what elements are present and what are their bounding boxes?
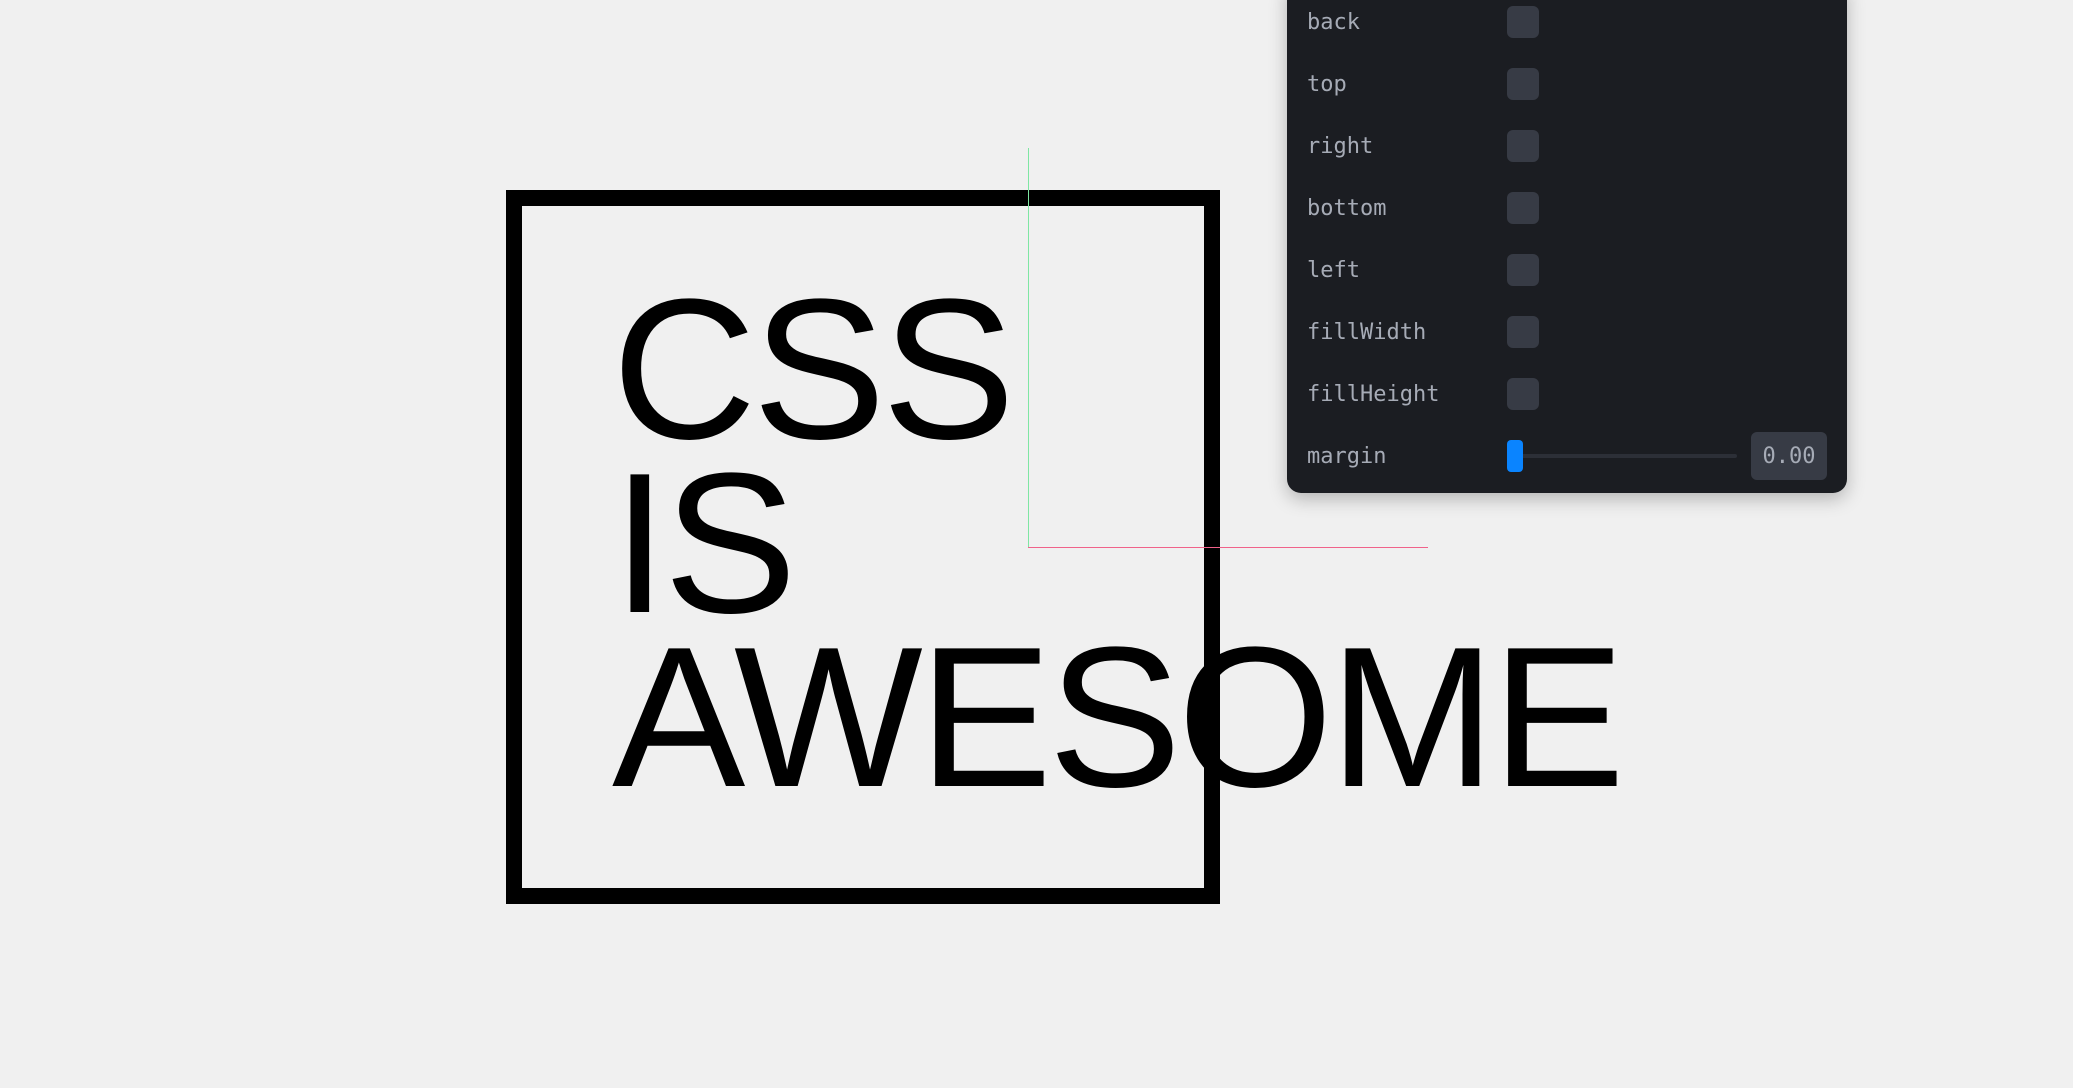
control-label-back: back bbox=[1307, 9, 1360, 35]
right-checkbox[interactable] bbox=[1507, 130, 1539, 162]
control-row-left: left bbox=[1307, 250, 1827, 290]
control-label-top: top bbox=[1307, 71, 1347, 97]
control-row-right: right bbox=[1307, 126, 1827, 166]
fillwidth-checkbox[interactable] bbox=[1507, 316, 1539, 348]
margin-slider-track[interactable] bbox=[1507, 454, 1737, 458]
controls-panel: back top right bottom left fillWidth fil… bbox=[1287, 0, 1847, 493]
control-label-left: left bbox=[1307, 257, 1360, 283]
vertical-guide-line bbox=[1028, 148, 1029, 548]
canvas-stage: CSS IS AWESOME back top right bottom lef… bbox=[0, 0, 2073, 1088]
margin-slider-handle[interactable] bbox=[1507, 440, 1523, 472]
margin-slider[interactable] bbox=[1507, 440, 1737, 472]
horizontal-guide-line bbox=[1028, 547, 1428, 548]
control-row-fillwidth: fillWidth bbox=[1307, 312, 1827, 352]
fillheight-checkbox[interactable] bbox=[1507, 378, 1539, 410]
control-row-top: top bbox=[1307, 64, 1827, 104]
back-checkbox[interactable] bbox=[1507, 6, 1539, 38]
left-checkbox[interactable] bbox=[1507, 254, 1539, 286]
bottom-checkbox[interactable] bbox=[1507, 192, 1539, 224]
control-row-fillheight: fillHeight bbox=[1307, 374, 1827, 414]
control-row-margin: margin 0.00 bbox=[1307, 432, 1827, 480]
control-label-fillheight: fillHeight bbox=[1307, 381, 1440, 407]
control-label-margin: margin bbox=[1307, 443, 1387, 469]
control-label-bottom: bottom bbox=[1307, 195, 1387, 221]
text-line-awesome: AWESOME bbox=[612, 606, 1625, 829]
control-label-fillwidth: fillWidth bbox=[1307, 319, 1427, 345]
control-row-bottom: bottom bbox=[1307, 188, 1827, 228]
control-row-back: back bbox=[1307, 2, 1827, 42]
margin-value-input[interactable]: 0.00 bbox=[1751, 432, 1827, 480]
top-checkbox[interactable] bbox=[1507, 68, 1539, 100]
control-label-right: right bbox=[1307, 133, 1374, 159]
